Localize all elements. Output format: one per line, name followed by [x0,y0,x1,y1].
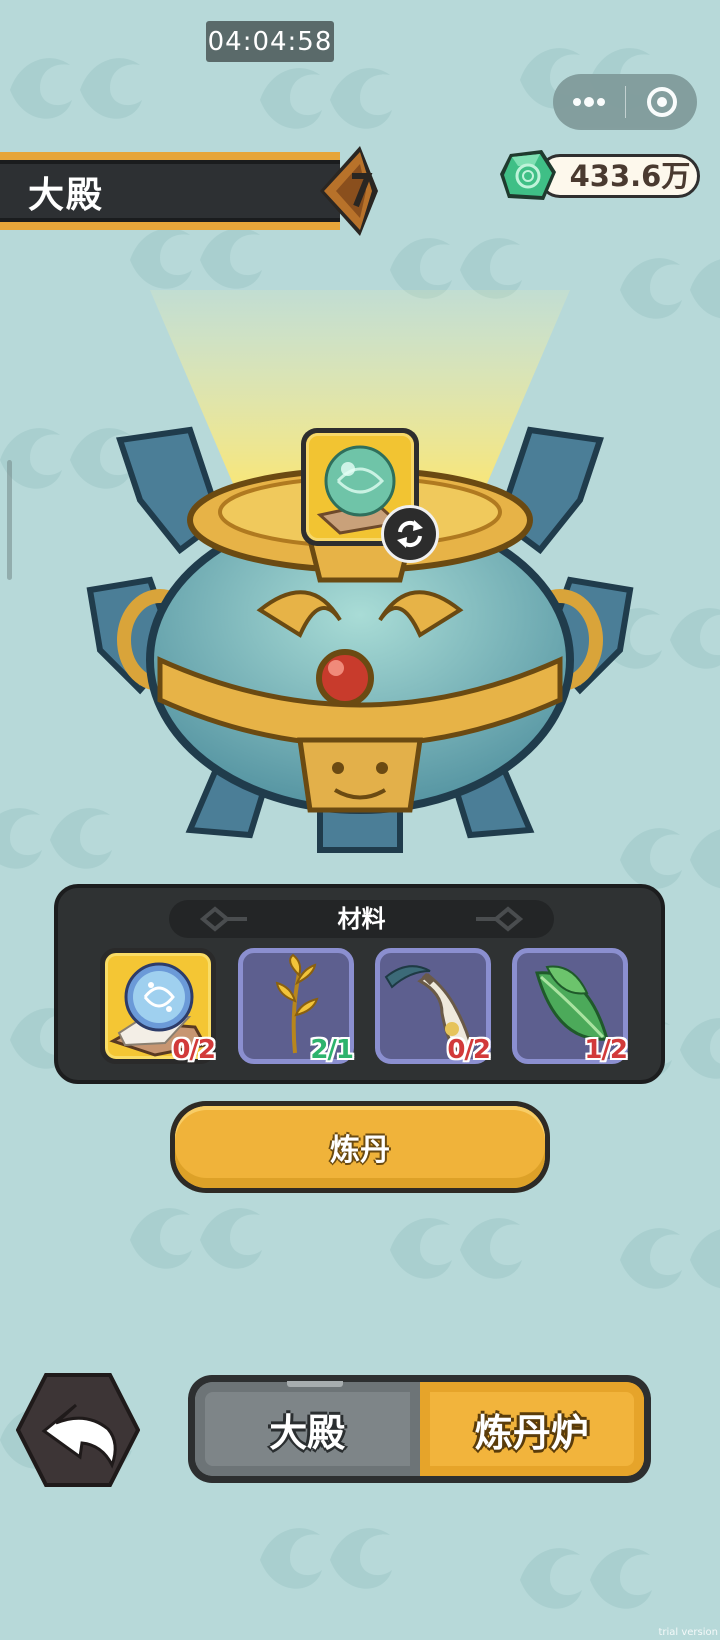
materials-panel: 材料 0/2 2/1 0/2 1/2 [54,884,665,1084]
trial-watermark: trial version [658,1627,718,1638]
material-count: 2/1 [310,1035,354,1065]
material-slot-4[interactable]: 1/2 [512,948,628,1065]
tab-alchemy-furnace-label: 炼丹炉 [474,1410,589,1455]
tab-main-hall-label: 大殿 [269,1410,346,1455]
page-title: 大殿 [28,175,105,216]
header-ornament-right-icon [476,906,524,932]
back-button[interactable] [16,1371,140,1489]
scroll-indicator[interactable] [7,460,12,580]
alchemy-furnace[interactable] [80,290,640,890]
lion-face-ornament [297,737,423,813]
material-slot-3[interactable]: 0/2 [375,948,491,1065]
target-circle-icon [646,87,677,117]
material-slot-1[interactable]: 0/2 [100,948,216,1065]
alchemy-button[interactable]: 炼丹 [170,1101,550,1193]
tab-alchemy-furnace[interactable]: 炼丹炉 [419,1382,644,1476]
jade-gem-icon [500,150,556,200]
material-count: 0/2 [172,1035,216,1065]
materials-header: 材料 [169,900,554,938]
refresh-icon [397,520,423,548]
more-dots-icon [573,97,605,107]
refresh-button[interactable] [381,505,439,563]
material-slot-2[interactable]: 2/1 [238,948,354,1065]
close-button[interactable] [626,74,697,130]
tab-notch [287,1381,343,1387]
material-count: 1/2 [584,1035,628,1065]
bottom-tab-bar: 大殿 炼丹炉 [188,1375,651,1483]
material-count: 0/2 [447,1035,491,1065]
status-time: 04:04:58 [206,21,334,62]
mini-program-capsule [553,74,697,130]
red-gem [316,649,374,707]
currency-value: 433.6万 [569,159,691,193]
currency-display[interactable]: 433.6万 [498,148,704,202]
tab-main-hall[interactable]: 大殿 [195,1381,420,1476]
alchemy-button-label: 炼丹 [175,1106,545,1188]
more-button[interactable] [553,74,625,130]
